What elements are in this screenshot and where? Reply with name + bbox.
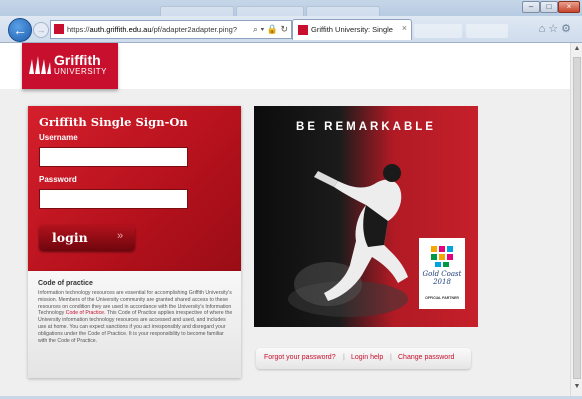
back-button[interactable]: ← bbox=[8, 18, 32, 42]
login-help-link[interactable]: Login help bbox=[351, 354, 383, 361]
gold-coast-games-logo-icon bbox=[431, 246, 453, 267]
login-button-label: login bbox=[52, 230, 88, 245]
tab-griffith-sso[interactable]: Griffith University: Single Si... × bbox=[292, 19, 412, 40]
scroll-down-icon[interactable]: ▼ bbox=[571, 383, 582, 393]
forward-button[interactable]: → bbox=[33, 22, 49, 38]
maximize-button[interactable]: □ bbox=[540, 1, 558, 13]
empty-tab-area bbox=[466, 24, 508, 38]
forgot-password-link[interactable]: Forgot your password? bbox=[264, 354, 336, 361]
vertical-scrollbar[interactable]: ▲ ▼ bbox=[570, 43, 582, 396]
gold-coast-name: Gold Coast 2018 bbox=[422, 270, 462, 286]
code-of-practice-text: Information technology resources are ess… bbox=[38, 290, 233, 344]
address-bar[interactable]: https://auth.griffith.edu.au/pf/adapter2… bbox=[50, 20, 292, 39]
link-separator: | bbox=[390, 354, 392, 361]
tab-favicon-icon bbox=[298, 25, 308, 35]
site-favicon-icon bbox=[54, 24, 64, 34]
password-label: Password bbox=[39, 175, 77, 184]
help-links-bar: Forgot your password? | Login help | Cha… bbox=[256, 348, 471, 369]
official-partner-label: OFFICIAL PARTNER bbox=[425, 296, 459, 300]
scroll-thumb[interactable] bbox=[573, 57, 581, 379]
logo-name: Griffith bbox=[54, 52, 101, 68]
password-input[interactable] bbox=[39, 189, 188, 209]
link-separator: | bbox=[343, 354, 345, 361]
minimize-button[interactable]: – bbox=[522, 1, 540, 13]
logo-subtitle: UNIVERSITY bbox=[54, 67, 108, 76]
change-password-link[interactable]: Change password bbox=[398, 354, 454, 361]
tab-close-icon[interactable]: × bbox=[402, 23, 407, 33]
page-content: Griffith UNIVERSITY Griffith Single Sign… bbox=[0, 43, 570, 396]
address-bar-icons[interactable]: ⌕ ▾ 🔒 ↻ bbox=[253, 22, 288, 36]
username-input[interactable] bbox=[39, 147, 188, 167]
page-header: Griffith UNIVERSITY bbox=[0, 43, 570, 89]
empty-tab-area bbox=[414, 24, 462, 38]
promo-banner: BE REMARKABLE Gold Coast 2018 OFFICIAL PA… bbox=[254, 106, 478, 327]
username-label: Username bbox=[39, 133, 78, 142]
browser-home-favorites-settings-icons[interactable]: ⌂☆⚙ bbox=[539, 22, 574, 35]
close-window-button[interactable]: × bbox=[558, 1, 580, 13]
chevron-right-icon: » bbox=[117, 230, 124, 242]
tab-title: Griffith University: Single Si... bbox=[311, 25, 393, 34]
gold-coast-2018-badge: Gold Coast 2018 OFFICIAL PARTNER bbox=[419, 238, 465, 309]
login-panel: Griffith Single Sign-On Username Passwor… bbox=[28, 106, 241, 271]
code-of-practice-box: Code of practice Information technology … bbox=[28, 271, 241, 378]
code-of-practice-title: Code of practice bbox=[38, 280, 93, 287]
griffith-logo[interactable]: Griffith UNIVERSITY bbox=[22, 43, 118, 89]
scroll-up-icon[interactable]: ▲ bbox=[571, 45, 582, 55]
login-button[interactable]: login » bbox=[39, 225, 135, 251]
griffith-crest-icon bbox=[29, 56, 51, 74]
code-of-practice-link[interactable]: Code of Practice bbox=[66, 310, 104, 316]
promo-title: BE REMARKABLE bbox=[296, 121, 436, 133]
athlete-image bbox=[288, 164, 408, 317]
window-title-bar: – □ × bbox=[0, 0, 582, 17]
login-title: Griffith Single Sign-On bbox=[39, 115, 188, 129]
url-text[interactable]: https://auth.griffith.edu.au/pf/adapter2… bbox=[67, 23, 237, 36]
